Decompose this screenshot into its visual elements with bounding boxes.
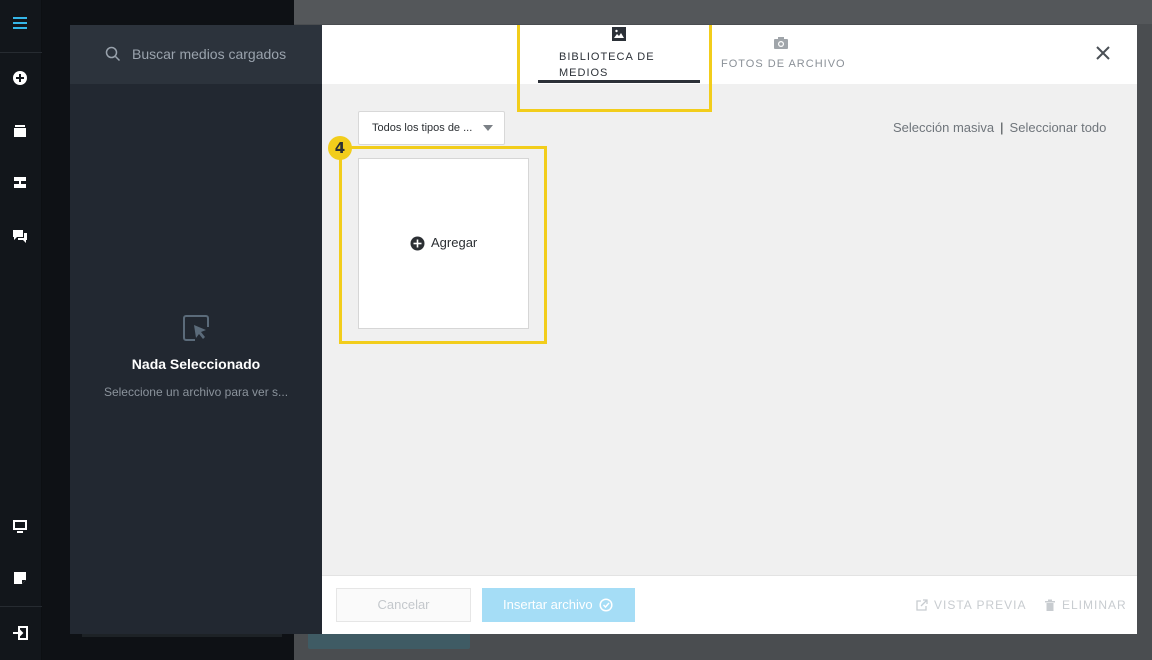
details-sidebar: Buscar medios cargados Nada Seleccionado… (70, 25, 322, 634)
rail-divider (0, 606, 42, 607)
app-rail (0, 0, 42, 660)
select-pointer-icon (183, 315, 209, 341)
filter-selected-value: Todos los tipos de ... (372, 122, 473, 134)
cancel-button[interactable]: Cancelar (336, 588, 471, 622)
search-input[interactable]: Buscar medios cargados (132, 46, 286, 62)
media-library-modal: Buscar medios cargados Nada Seleccionado… (70, 25, 1137, 634)
bulk-actions: Selección masiva | Seleccionar todo (893, 120, 1106, 135)
pages-icon[interactable] (11, 122, 29, 140)
check-circle-icon (599, 598, 613, 612)
empty-state-title: Nada Seleccionado (131, 356, 261, 372)
menu-icon[interactable] (11, 14, 29, 32)
exit-icon[interactable] (11, 624, 29, 642)
insert-button-label: Insertar archivo (503, 597, 593, 612)
tutorial-highlight-add (339, 146, 547, 344)
tutorial-step-badge: 4 (328, 136, 352, 160)
modal-footer: Cancelar Insertar archivo VISTA PREVIA E… (322, 575, 1137, 634)
delete-label: ELIMINAR (1062, 598, 1127, 612)
preview-label: VISTA PREVIA (934, 598, 1027, 612)
camera-icon (774, 37, 788, 49)
tab-stock-photos[interactable]: FOTOS DE ARCHIVO (717, 25, 857, 84)
add-icon[interactable] (11, 69, 29, 87)
mass-select-link[interactable]: Selección masiva (893, 120, 994, 135)
desktop-icon[interactable] (11, 517, 29, 535)
comments-icon[interactable] (11, 227, 29, 245)
insert-file-button[interactable]: Insertar archivo (482, 588, 635, 622)
chevron-down-icon (483, 125, 493, 131)
external-link-icon (916, 599, 928, 611)
modal-header: BIBLIOTECA DE MEDIOS FOTOS DE ARCHIVO (322, 25, 1137, 84)
trash-icon (1045, 599, 1055, 611)
search-bar[interactable]: Buscar medios cargados (70, 25, 322, 84)
tutorial-highlight-tabs (517, 25, 712, 112)
search-icon (105, 46, 121, 62)
sections-icon[interactable] (11, 174, 29, 192)
notes-icon[interactable] (11, 569, 29, 587)
close-icon[interactable] (1095, 45, 1111, 61)
tab-label: FOTOS DE ARCHIVO (721, 58, 846, 70)
rail-divider (0, 52, 42, 53)
select-all-link[interactable]: Seleccionar todo (1010, 120, 1107, 135)
background-topbar (294, 0, 1152, 24)
empty-state-subtitle: Seleccione un archivo para ver s... (103, 385, 289, 399)
file-type-filter[interactable]: Todos los tipos de ... (358, 111, 505, 145)
separator: | (1000, 120, 1004, 135)
